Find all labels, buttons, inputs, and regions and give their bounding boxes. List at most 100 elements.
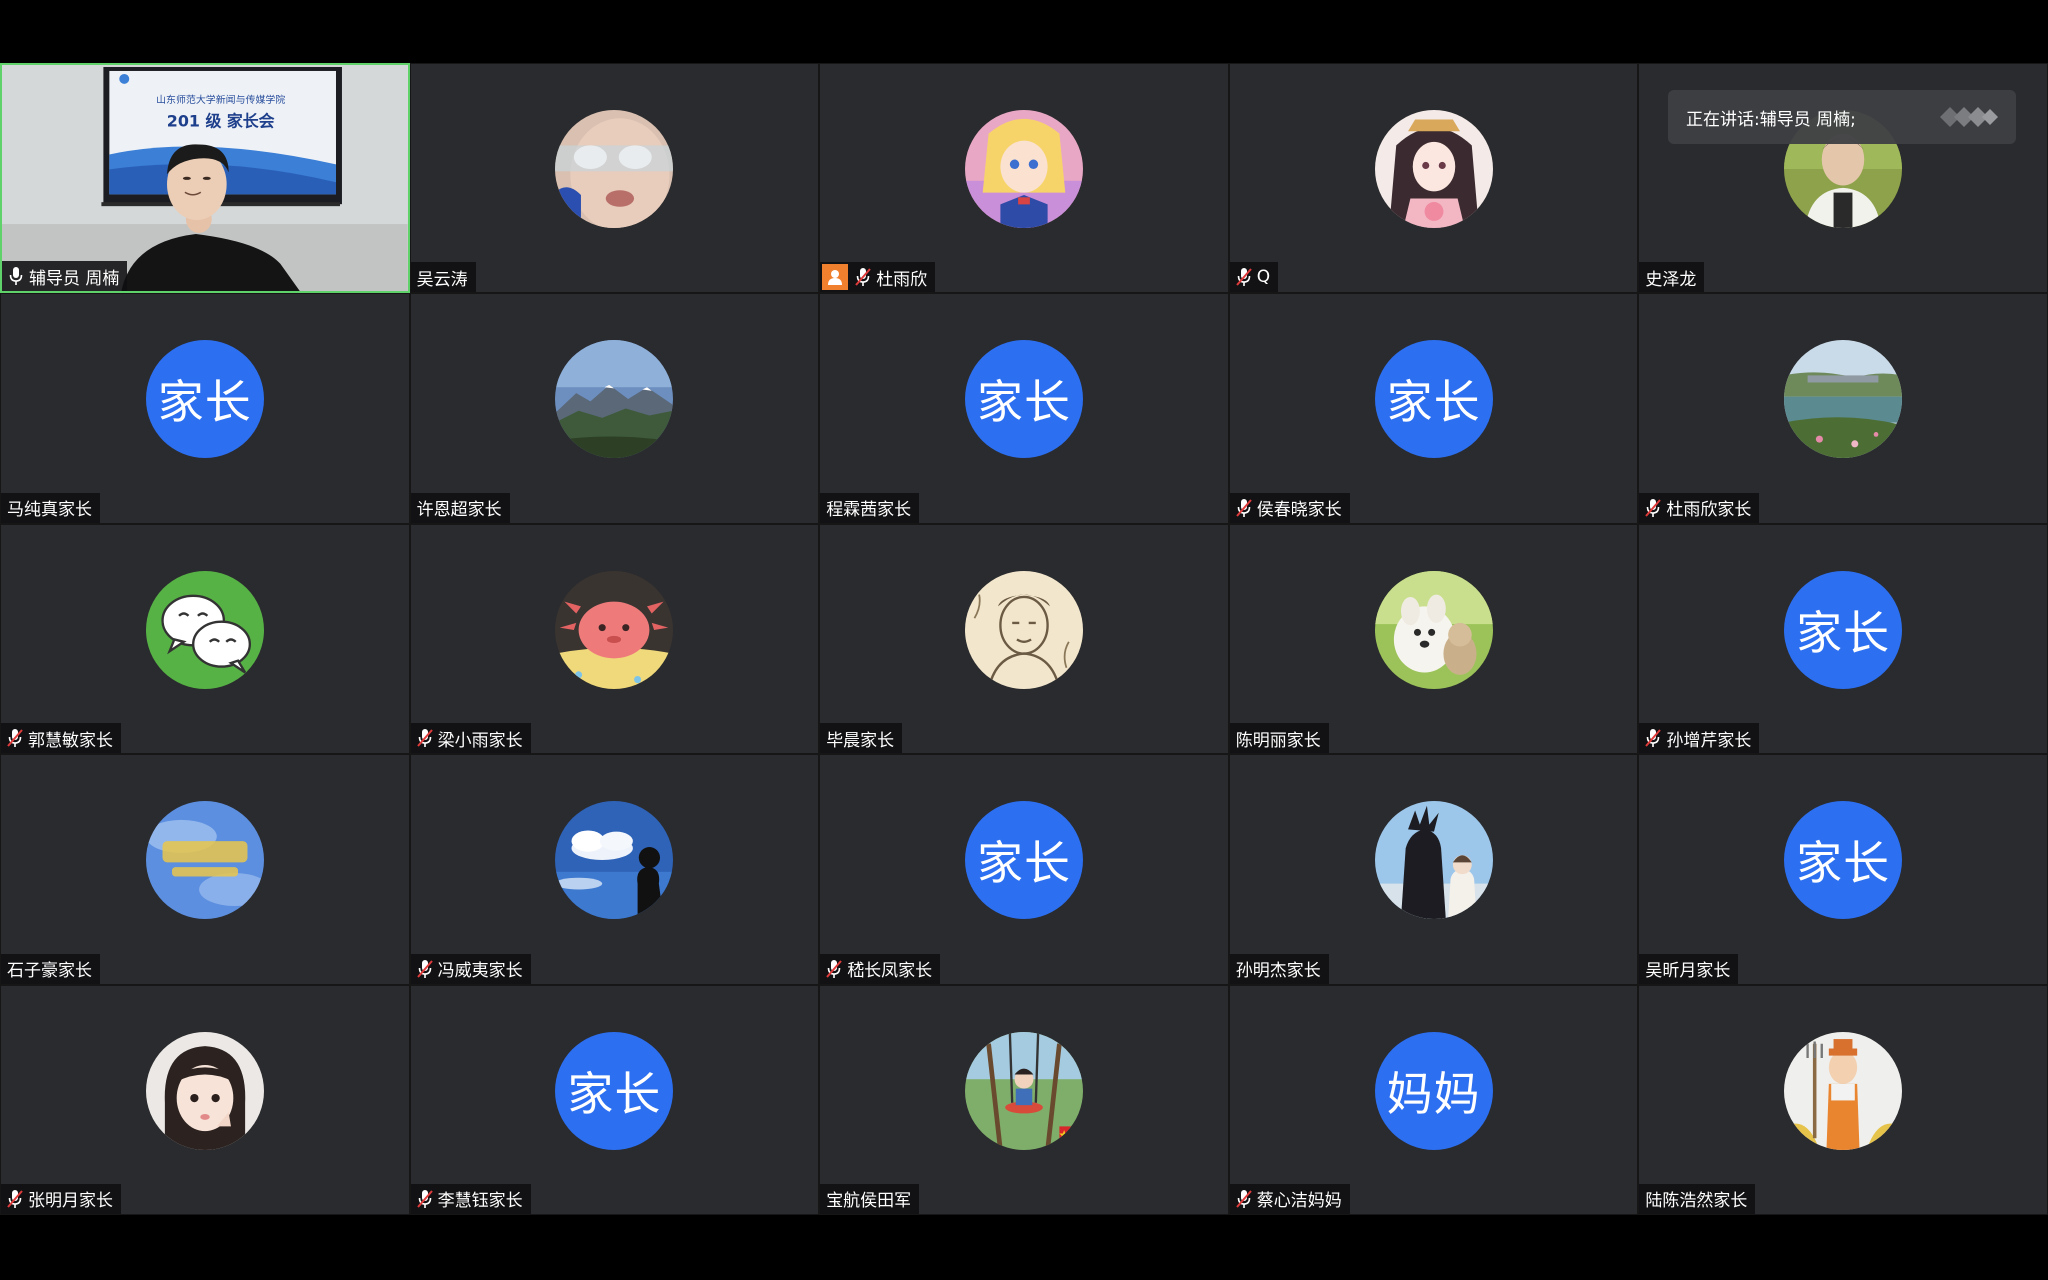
mic-on-icon bbox=[8, 266, 24, 286]
participant-name: 史泽龙 bbox=[1645, 269, 1697, 290]
avatar-white-dog bbox=[1374, 570, 1493, 689]
name-tag: 梁小雨家长 bbox=[410, 723, 531, 754]
participant-name: 吴昕月家长 bbox=[1645, 961, 1731, 982]
avatar-text: 家长 bbox=[1784, 570, 1903, 689]
participant-tile[interactable]: 家长 嵇长凤家长 bbox=[819, 754, 1229, 985]
participant-name: 冯威夷家长 bbox=[437, 961, 523, 982]
avatar-text: 家长 bbox=[1784, 801, 1903, 920]
participant-name: 嵇长凤家长 bbox=[847, 961, 933, 982]
name-tag: 孙明杰家长 bbox=[1229, 953, 1329, 984]
avatar-farmer-cartoon bbox=[1784, 1031, 1903, 1150]
participant-tile[interactable]: 张明月家长 bbox=[0, 984, 410, 1215]
avatar-little-girl bbox=[145, 1031, 264, 1150]
participant-tile[interactable]: Q bbox=[1228, 63, 1639, 294]
participant-tile[interactable]: 冯威夷家长 bbox=[409, 754, 820, 985]
name-tag: 吴云涛 bbox=[410, 262, 476, 293]
avatar-pink-axolotl bbox=[555, 570, 674, 689]
avatar-wechat-logo bbox=[145, 570, 264, 689]
participant-tile[interactable]: 陈明丽家长 bbox=[1228, 523, 1639, 755]
avatar-anime-girl bbox=[964, 110, 1083, 228]
participant-tile[interactable]: 梁小雨家长 bbox=[409, 523, 820, 755]
participant-tile[interactable]: 郭慧敏家长 bbox=[0, 523, 410, 755]
participant-tile[interactable]: 家长 李慧钰家长 bbox=[409, 984, 820, 1215]
participant-name: 杜雨欣 bbox=[876, 269, 928, 290]
name-tag: 程霖茜家长 bbox=[820, 492, 920, 523]
participant-name: 马纯真家长 bbox=[7, 500, 92, 521]
participant-name: 孙增芹家长 bbox=[1666, 730, 1752, 751]
participant-name: 许恩超家长 bbox=[416, 500, 502, 521]
mic-muted-icon bbox=[1236, 498, 1252, 518]
participant-name: 宝航侯田军 bbox=[826, 1191, 912, 1212]
participant-tile[interactable]: 吴云涛 bbox=[409, 63, 820, 294]
participant-tile[interactable]: 石子豪家长 bbox=[0, 754, 410, 985]
participant-tile[interactable]: 宝航侯田军 bbox=[819, 984, 1229, 1215]
name-tag: 张明月家长 bbox=[1, 1183, 121, 1214]
participant-name: 李慧钰家长 bbox=[437, 1191, 523, 1212]
mic-muted-icon bbox=[1236, 267, 1252, 287]
name-tag: 李慧钰家长 bbox=[410, 1183, 531, 1214]
avatar-sketch-portrait bbox=[964, 570, 1083, 689]
name-tag: Q bbox=[1229, 262, 1279, 293]
avatar-text: 家长 bbox=[964, 340, 1083, 459]
avatar-river-town bbox=[1784, 340, 1903, 459]
avatar-photo-face bbox=[555, 110, 674, 228]
app-logo-icon bbox=[1940, 107, 1998, 127]
participant-tile[interactable]: 妈妈 蔡心洁妈妈 bbox=[1228, 984, 1639, 1215]
participant-tile[interactable]: 杜雨欣 bbox=[819, 63, 1229, 294]
avatar-blue-sky-text bbox=[145, 801, 264, 920]
participant-name: 郭慧敏家长 bbox=[28, 730, 113, 751]
name-tag: 杜雨欣家长 bbox=[1639, 492, 1760, 523]
speaking-prefix: 正在讲话: bbox=[1686, 109, 1760, 130]
avatar-text: 家长 bbox=[964, 801, 1083, 920]
participant-name: 蔡心洁妈妈 bbox=[1256, 1191, 1342, 1212]
participant-name: 陈明丽家长 bbox=[1235, 730, 1321, 751]
participant-name: 辅导员 周楠 bbox=[29, 268, 120, 289]
participant-tile[interactable]: 孙明杰家长 bbox=[1228, 754, 1639, 985]
participant-tile[interactable]: 家长 侯春晓家长 bbox=[1228, 293, 1639, 524]
mic-muted-icon bbox=[1236, 1189, 1252, 1209]
name-tag: 陆陈浩然家长 bbox=[1639, 1183, 1756, 1214]
name-tag: 侯春晓家长 bbox=[1229, 492, 1350, 523]
participant-tile[interactable]: 毕晨家长 bbox=[819, 523, 1229, 755]
name-tag: 马纯真家长 bbox=[1, 492, 100, 523]
mic-muted-icon bbox=[416, 959, 433, 979]
svg-text:201 级 家长会: 201 级 家长会 bbox=[167, 112, 275, 131]
participant-name: 石子豪家长 bbox=[7, 961, 92, 982]
participant-name: 毕晨家长 bbox=[826, 730, 895, 751]
participant-name: 程霖茜家长 bbox=[826, 500, 912, 521]
participant-tile[interactable]: 许恩超家长 bbox=[409, 293, 820, 524]
participant-name: 孙明杰家长 bbox=[1235, 961, 1321, 982]
avatar-text: 妈妈 bbox=[1374, 1031, 1493, 1150]
name-tag: 孙增芹家长 bbox=[1639, 723, 1760, 754]
participant-tile[interactable]: 家长 马纯真家长 bbox=[0, 293, 410, 524]
mic-muted-icon bbox=[416, 1189, 433, 1209]
participant-tile-speaker[interactable]: 山东师范大学新闻与传媒学院 201 级 家长会 辅导员 周楠 bbox=[0, 63, 410, 294]
participant-name: 梁小雨家长 bbox=[437, 730, 523, 751]
mic-muted-icon bbox=[7, 728, 23, 748]
avatar-text: 家长 bbox=[145, 340, 264, 459]
participant-tile[interactable]: 家长 吴昕月家长 bbox=[1638, 754, 2048, 985]
participant-name: 杜雨欣家长 bbox=[1666, 500, 1752, 521]
avatar-text: 家长 bbox=[1374, 340, 1493, 459]
participant-name: 吴云涛 bbox=[416, 269, 468, 290]
name-tag: 嵇长凤家长 bbox=[820, 953, 941, 984]
name-tag: 蔡心洁妈妈 bbox=[1229, 1183, 1350, 1214]
avatar-anime-lady bbox=[1374, 110, 1493, 228]
mic-muted-icon bbox=[416, 728, 433, 748]
name-tag: 郭慧敏家长 bbox=[1, 723, 121, 754]
participant-tile[interactable]: 家长 孙增芹家长 bbox=[1638, 523, 2048, 755]
video-grid: 山东师范大学新闻与传媒学院 201 级 家长会 辅导员 周楠 吴云涛 杜雨欣 Q… bbox=[0, 63, 2048, 1215]
name-tag: 杜雨欣 bbox=[820, 262, 936, 293]
name-tag: 石子豪家长 bbox=[1, 953, 100, 984]
mic-muted-icon bbox=[7, 1189, 23, 1209]
mic-muted-icon bbox=[1645, 498, 1662, 518]
participant-tile[interactable]: 杜雨欣家长 bbox=[1638, 293, 2048, 524]
participant-name: 侯春晓家长 bbox=[1256, 500, 1342, 521]
participant-tile[interactable]: 陆陈浩然家长 bbox=[1638, 984, 2048, 1215]
participant-tile[interactable]: 家长 程霖茜家长 bbox=[819, 293, 1229, 524]
participant-name: Q bbox=[1256, 267, 1271, 288]
mic-muted-icon bbox=[855, 267, 871, 287]
avatar-cloud-silhouette bbox=[555, 801, 674, 920]
svg-text:山东师范大学新闻与传媒学院: 山东师范大学新闻与传媒学院 bbox=[156, 93, 285, 106]
now-speaking-banner: 正在讲话: 辅导员 周楠; bbox=[1668, 90, 2016, 144]
